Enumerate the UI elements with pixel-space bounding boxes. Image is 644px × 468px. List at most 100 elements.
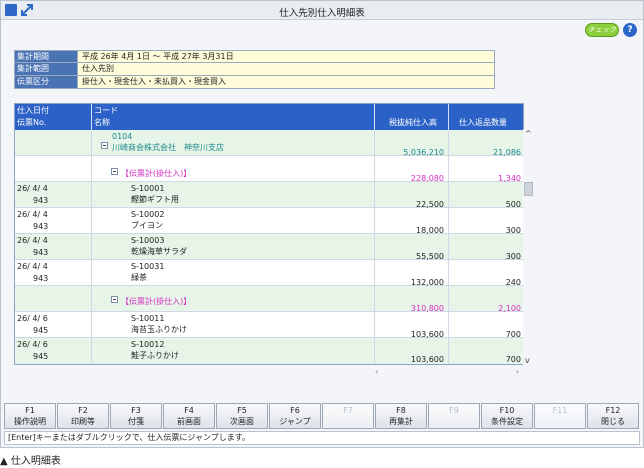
row-slipno: 945 (33, 352, 49, 361)
header-date[interactable]: 仕入日付 伝票No. (15, 104, 91, 130)
f3-sticky-button[interactable]: F3 付箋 (110, 403, 162, 429)
row-slipno: 943 (33, 274, 49, 283)
fkey-label: 操作説明 (14, 417, 46, 426)
row-name: 鰹節ギフト用 (131, 195, 179, 204)
detail-table[interactable]: 仕入日付 伝票No. コード 名称 税抜純仕入高 仕入返品数量 0104 川崎商… (14, 103, 524, 365)
header-amount-label: 税抜純仕入高 (389, 118, 437, 127)
info-value: 平成 26年 4月 1日 〜 平成 27年 3月31日 (77, 51, 494, 62)
fkey-label: 条件設定 (491, 417, 523, 426)
subtotal-row[interactable]: 【伝票計(掛仕入)】 310,800 2,100 (15, 286, 523, 313)
row-name: 鮭子ふりかけ (131, 351, 179, 360)
figure-caption: ▲ 仕入明細表 (0, 456, 61, 467)
window-title: 仕入先別仕入明細表 (279, 8, 365, 19)
row-slipno: 943 (33, 222, 49, 231)
table-row[interactable]: 26/ 4/ 4 943 S-10001 鰹節ギフト用 22,500 500 (15, 182, 523, 209)
table-header: 仕入日付 伝票No. コード 名称 税抜純仕入高 仕入返品数量 (15, 104, 523, 130)
row-date: 26/ 4/ 4 (17, 184, 48, 193)
row-name: ブイヨン (131, 221, 163, 230)
info-label: 集計範囲 (15, 63, 77, 75)
fkey-number: F3 (131, 406, 141, 415)
row-qty: 700 (505, 355, 521, 364)
fkey-number: F9 (449, 406, 459, 415)
row-date: 26/ 4/ 6 (17, 340, 48, 349)
f2-print-button[interactable]: F2 印刷等 (57, 403, 109, 429)
table-row[interactable]: 26/ 4/ 4 943 S-10003 乾燥海草サラダ 55,500 300 (15, 234, 523, 261)
vertical-scrollbar[interactable]: ^ v (523, 129, 535, 365)
fkey-number: F10 (499, 406, 515, 415)
header-slipno-label: 伝票No. (17, 118, 47, 127)
f7-button: F7 (322, 403, 374, 429)
app-window: 仕入先別仕入明細表 チェック ? 集計期間 平成 26年 4月 1日 〜 平成 … (0, 0, 644, 448)
f5-next-screen-button[interactable]: F5 次画面 (216, 403, 268, 429)
f12-close-button[interactable]: F12 閉じる (587, 403, 639, 429)
header-date-label: 仕入日付 (17, 106, 49, 115)
scroll-up-icon[interactable]: ^ (525, 129, 532, 138)
subtotal-row[interactable]: 【伝票計(掛仕入)】 228,080 1,340 (15, 156, 523, 183)
collapse-icon[interactable] (111, 296, 118, 303)
function-key-bar: F1 操作説明 F2 印刷等 F3 付箋 F4 前画面 F5 次画面 F6 ジャンプ F7 … (4, 403, 640, 429)
fkey-number: F7 (343, 406, 353, 415)
table-row[interactable]: 26/ 4/ 4 943 S-10002 ブイヨン 18,000 300 (15, 208, 523, 235)
row-code: S-10012 (131, 340, 165, 349)
row-code: S-10031 (131, 262, 165, 271)
header-code[interactable]: コード 名称 (92, 104, 374, 130)
row-name: 海苔玉ふりかけ (131, 325, 187, 334)
f9-button: F9 (428, 403, 480, 429)
supplier-name: 川崎商会株式会社 神奈川支店 (112, 143, 224, 152)
header-name-label: 名称 (94, 118, 110, 127)
check-badge-button[interactable]: チェック (585, 23, 619, 37)
supplier-row[interactable]: 0104 川崎商会株式会社 神奈川支店 5,036,210 21,086 (15, 130, 523, 157)
scroll-thumb[interactable] (524, 182, 533, 196)
row-code: S-10003 (131, 236, 165, 245)
row-code: S-10011 (131, 314, 165, 323)
row-date: 26/ 4/ 6 (17, 314, 48, 323)
collapse-icon[interactable] (101, 142, 108, 149)
row-slipno: 943 (33, 248, 49, 257)
table-row[interactable]: 26/ 4/ 6 945 S-10011 海苔玉ふりかけ 103,600 700 (15, 312, 523, 339)
f6-jump-button[interactable]: F6 ジャンプ (269, 403, 321, 429)
scroll-left-icon[interactable]: ‹ (375, 367, 378, 376)
row-date: 26/ 4/ 4 (17, 236, 48, 245)
horizontal-scrollbar[interactable]: ‹ › (371, 367, 523, 376)
fkey-number: F4 (184, 406, 194, 415)
f8-recalc-button[interactable]: F8 再集計 (375, 403, 427, 429)
fkey-label: 閉じる (601, 417, 625, 426)
fkey-number: F1 (25, 406, 35, 415)
row-code: S-10002 (131, 210, 165, 219)
header-amount[interactable]: 税抜純仕入高 (375, 104, 448, 130)
f4-prev-screen-button[interactable]: F4 前画面 (163, 403, 215, 429)
fkey-label: 印刷等 (71, 417, 95, 426)
info-label: 伝票区分 (15, 76, 77, 88)
row-name: 乾燥海草サラダ (131, 247, 187, 256)
supplier-code: 0104 (112, 132, 133, 141)
info-row-period: 集計期間 平成 26年 4月 1日 〜 平成 27年 3月31日 (14, 50, 495, 63)
header-qty[interactable]: 仕入返品数量 (449, 104, 523, 130)
scroll-right-icon[interactable]: › (516, 367, 519, 376)
fkey-label: ジャンプ (279, 417, 311, 426)
fkey-label: 再集計 (389, 417, 413, 426)
fkey-number: F12 (605, 406, 621, 415)
fkey-number: F5 (237, 406, 247, 415)
f10-condition-button[interactable]: F10 条件設定 (481, 403, 533, 429)
fkey-number: F8 (396, 406, 406, 415)
row-date: 26/ 4/ 4 (17, 210, 48, 219)
info-label: 集計期間 (15, 51, 77, 62)
fkey-number: F2 (78, 406, 88, 415)
fkey-number: F11 (552, 406, 568, 415)
row-date: 26/ 4/ 4 (17, 262, 48, 271)
fkey-label: 次画面 (230, 417, 254, 426)
info-value: 掛仕入・現金仕入・未払買入・現金買入 (77, 76, 494, 88)
fkey-label: 前画面 (177, 417, 201, 426)
subtotal-label: 【伝票計(掛仕入)】 (121, 297, 192, 306)
collapse-icon[interactable] (111, 168, 118, 175)
f1-help-button[interactable]: F1 操作説明 (4, 403, 56, 429)
help-icon[interactable]: ? (623, 23, 637, 37)
header-qty-label: 仕入返品数量 (459, 118, 507, 127)
scroll-down-icon[interactable]: v (525, 356, 530, 365)
row-amount: 103,600 (410, 355, 444, 364)
table-row[interactable]: 26/ 4/ 6 945 S-10012 鮭子ふりかけ 103,600 700 (15, 338, 523, 364)
title-bar: 仕入先別仕入明細表 (1, 1, 643, 20)
info-row-slip-type: 伝票区分 掛仕入・現金仕入・未払買入・現金買入 (14, 76, 495, 89)
subtotal-label: 【伝票計(掛仕入)】 (121, 169, 192, 178)
table-row[interactable]: 26/ 4/ 4 943 S-10031 緑茶 132,000 240 (15, 260, 523, 287)
